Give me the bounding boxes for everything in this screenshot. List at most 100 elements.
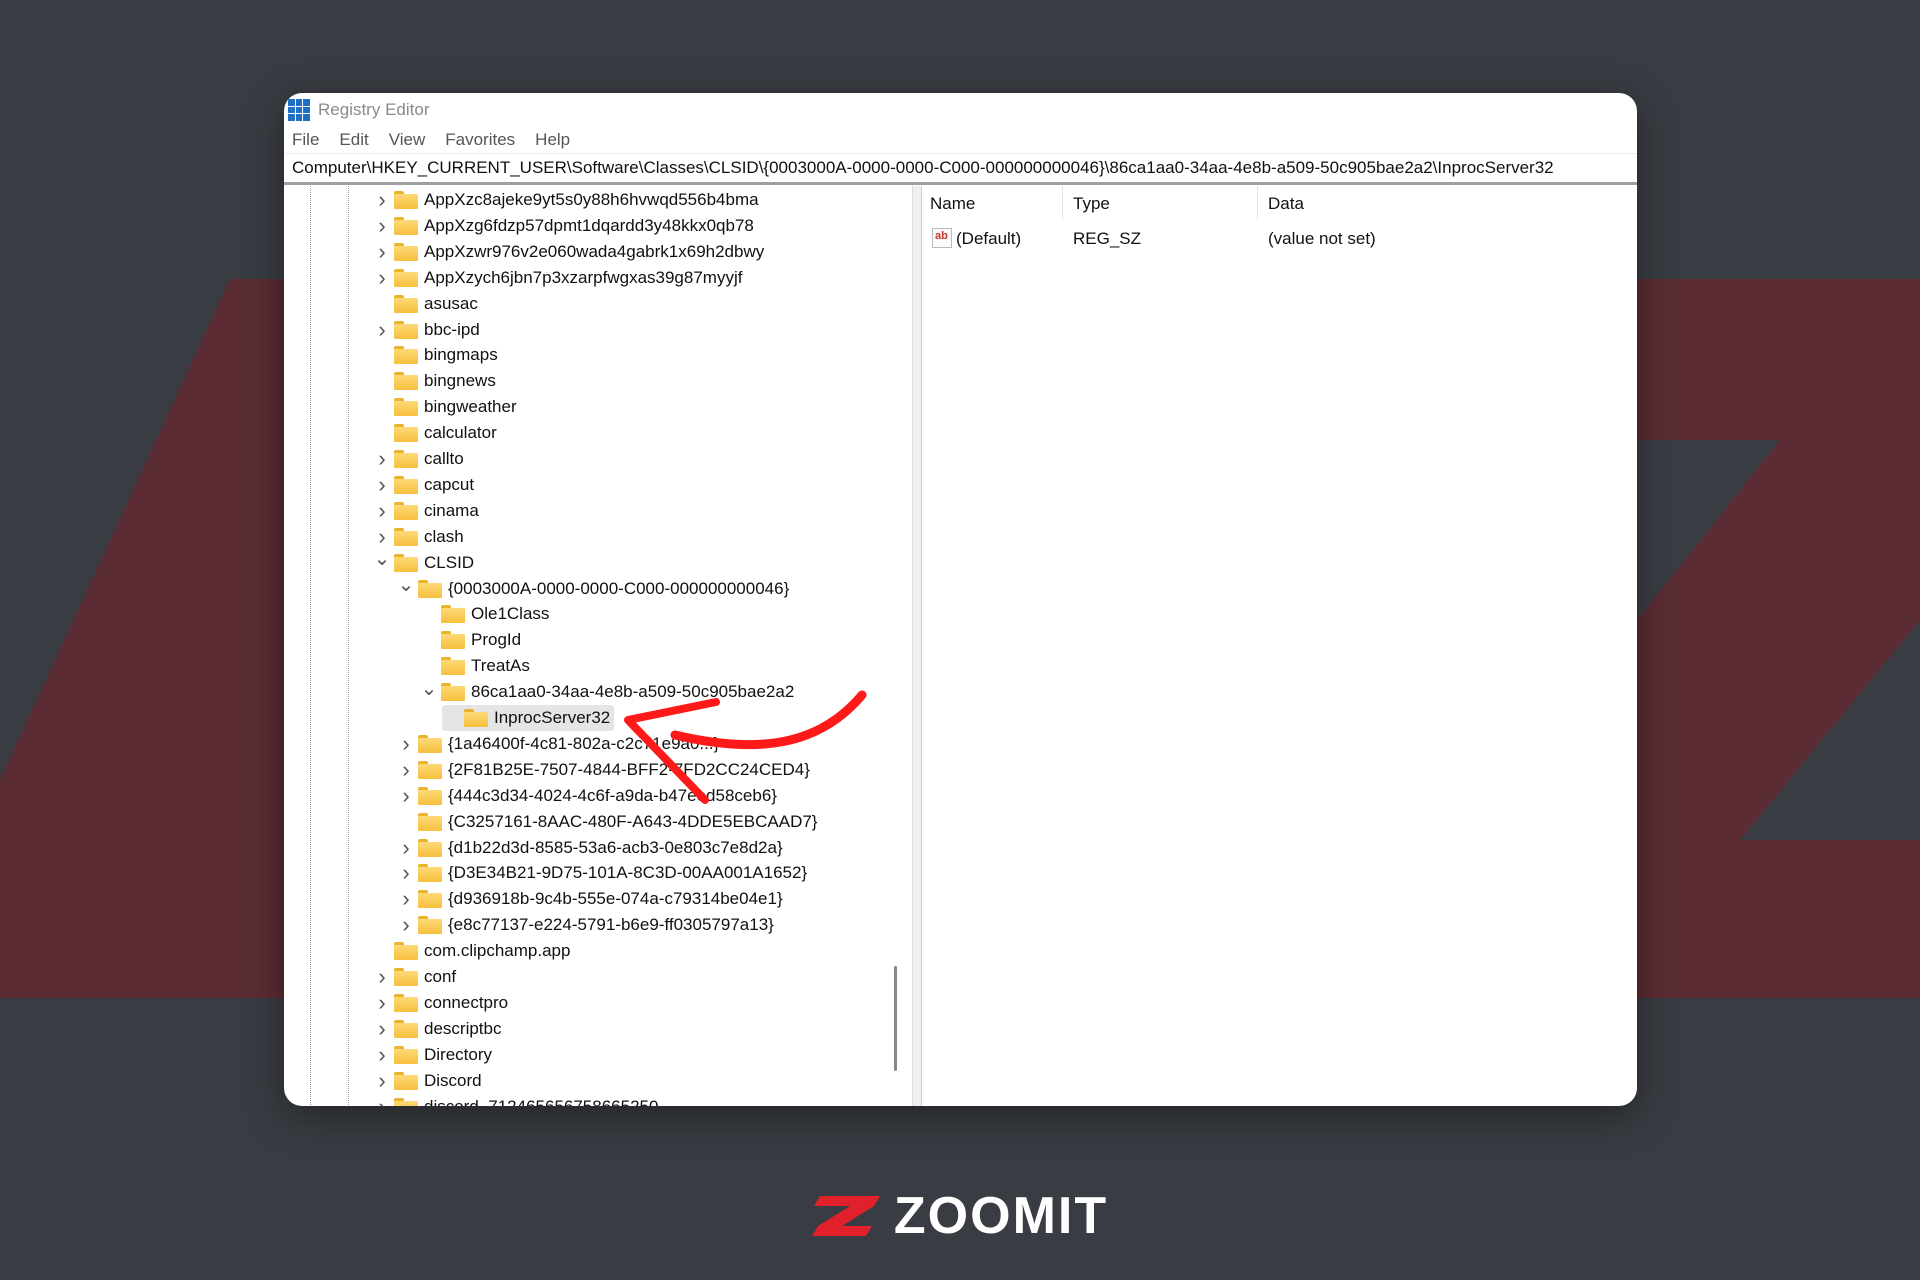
tree-item[interactable]: bingmaps	[372, 342, 498, 368]
tree-item[interactable]: bingweather	[372, 394, 517, 420]
value-row[interactable]: ab (Default) REG_SZ (value not set)	[922, 226, 1637, 252]
tree-item[interactable]: › {d936918b-9c4b-555e-074a-c79314be04e1}	[396, 886, 782, 912]
tree-item[interactable]: › {e8c77137-e224-5791-b6e9-ff0305797a13}	[396, 912, 774, 938]
tree-item[interactable]: ⌄ 86ca1aa0-34aa-4e8b-a509-50c905bae2a2	[419, 678, 794, 705]
tree-item[interactable]: › discord_712465656758665250	[372, 1094, 659, 1107]
tree-item[interactable]: › AppXzwr976v2e060wada4gabrk1x69h2dbwy	[372, 239, 764, 265]
tree-item[interactable]: › Discord	[372, 1068, 481, 1094]
chevron-right-icon[interactable]: ›	[396, 783, 416, 808]
chevron-right-icon[interactable]: ›	[396, 757, 416, 782]
chevron-right-icon[interactable]: ›	[396, 731, 416, 756]
tree-item[interactable]: › callto	[372, 446, 464, 472]
folder-icon	[394, 1071, 418, 1090]
folder-icon	[394, 993, 418, 1012]
tree-item-label: callto	[424, 449, 464, 468]
tree-item-label: discord_712465656758665250	[424, 1096, 659, 1107]
tree-item[interactable]: asusac	[372, 291, 478, 317]
tree-item-label: clash	[424, 526, 464, 546]
tree-item-label: {C3257161-8AAC-480F-A643-4DDE5EBCAAD7}	[448, 811, 818, 831]
tree-item[interactable]: › AppXzc8ajeke9yt5s0y88h6hvwqd556b4bma	[372, 187, 758, 213]
tree-item-label: asusac	[424, 293, 478, 313]
folder-icon	[394, 1045, 418, 1064]
tree-item[interactable]: ⌄ {0003000A-0000-0000-C000-000000000046}	[396, 574, 790, 602]
chevron-right-icon[interactable]: ›	[396, 860, 416, 885]
logo-text: ZOOMIT	[893, 1187, 1109, 1245]
tree-guide-line	[348, 186, 349, 1106]
chevron-right-icon[interactable]: ›	[372, 1094, 392, 1107]
tree-item[interactable]: › {1a46400f-4c81-802a-c2c71e9a0...}	[396, 731, 719, 757]
chevron-down-icon[interactable]: ⌄	[396, 574, 416, 596]
chevron-right-icon[interactable]: ›	[396, 912, 416, 937]
tree-connector	[396, 812, 416, 832]
tree-item-label: {0003000A-0000-0000-C000-000000000046}	[448, 578, 790, 598]
chevron-right-icon[interactable]: ›	[372, 990, 392, 1015]
tree-item-label: bingmaps	[424, 345, 498, 365]
tree-item[interactable]: › cinama	[372, 498, 478, 524]
value-name: (Default)	[956, 229, 1022, 248]
tree-item[interactable]: › {d1b22d3d-8585-53a6-acb3-0e803c7e8d2a}	[396, 835, 782, 861]
string-value-icon: ab	[932, 228, 952, 248]
chevron-right-icon[interactable]: ›	[372, 964, 392, 989]
tree-item-label: bingnews	[424, 371, 496, 391]
column-header-data[interactable]: Data	[1268, 194, 1304, 214]
tree-item-label: {e8c77137-e224-5791-b6e9-ff0305797a13}	[448, 915, 774, 935]
tree-item[interactable]: › descriptbc	[372, 1016, 501, 1042]
menu-help[interactable]: Help	[535, 130, 570, 150]
chevron-right-icon[interactable]: ›	[372, 1016, 392, 1041]
tree-item[interactable]: › bbc-ipd	[372, 317, 479, 343]
folder-icon	[394, 475, 418, 494]
tree-connector	[372, 397, 392, 417]
chevron-right-icon[interactable]: ›	[372, 265, 392, 290]
zoomit-z-icon	[811, 1196, 880, 1236]
background-shape	[1637, 279, 1920, 998]
tree-item[interactable]: › {444c3d34-4024-4c6f-a9da-b47eed58ceb6}	[396, 783, 777, 809]
folder-icon	[418, 890, 442, 909]
tree-item[interactable]: › Directory	[372, 1042, 492, 1068]
chevron-right-icon[interactable]: ›	[372, 1068, 392, 1093]
menu-edit[interactable]: Edit	[339, 130, 368, 150]
tree-item[interactable]: › AppXzg6fdzp57dpmt1dqardd3y48kkx0qb78	[372, 213, 754, 239]
tree-item[interactable]: bingnews	[372, 368, 496, 394]
tree-item[interactable]: {C3257161-8AAC-480F-A643-4DDE5EBCAAD7}	[396, 809, 817, 835]
tree-item[interactable]: ⌄ CLSID	[372, 548, 474, 576]
tree-item[interactable]: › conf	[372, 964, 456, 990]
chevron-right-icon[interactable]: ›	[372, 187, 392, 212]
tree-item-label: AppXzych6jbn7p3xzarpfwgxas39g87myyjf	[424, 267, 743, 287]
address-bar[interactable]: Computer\HKEY_CURRENT_USER\Software\Clas…	[284, 153, 1637, 185]
chevron-right-icon[interactable]: ›	[372, 1042, 392, 1067]
chevron-right-icon[interactable]: ›	[372, 524, 392, 549]
column-header-name[interactable]: Name	[930, 194, 975, 214]
tree-item[interactable]: InprocServer32	[442, 705, 615, 731]
scrollbar-thumb[interactable]	[894, 966, 897, 1071]
tree-item[interactable]: › connectpro	[372, 990, 508, 1016]
menu-file[interactable]: File	[292, 130, 319, 150]
tree-item[interactable]: › {D3E34B21-9D75-101A-8C3D-00AA001A1652}	[396, 860, 807, 886]
chevron-down-icon[interactable]: ⌄	[419, 678, 439, 700]
value-data: (value not set)	[1268, 229, 1376, 248]
tree-item[interactable]: Ole1Class	[419, 601, 549, 627]
chevron-right-icon[interactable]: ›	[372, 472, 392, 497]
tree-item[interactable]: › AppXzych6jbn7p3xzarpfwgxas39g87myyjf	[372, 265, 742, 291]
menu-view[interactable]: View	[389, 130, 426, 150]
tree-connector	[372, 941, 392, 961]
chevron-right-icon[interactable]: ›	[396, 886, 416, 911]
tree-item[interactable]: com.clipchamp.app	[372, 938, 570, 964]
chevron-down-icon[interactable]: ⌄	[372, 548, 392, 570]
menu-favorites[interactable]: Favorites	[445, 130, 515, 150]
chevron-right-icon[interactable]: ›	[372, 239, 392, 264]
pane-splitter[interactable]	[913, 186, 922, 1106]
registry-editor-icon	[288, 99, 310, 121]
chevron-right-icon[interactable]: ›	[372, 446, 392, 471]
chevron-right-icon[interactable]: ›	[372, 317, 392, 342]
chevron-right-icon[interactable]: ›	[372, 498, 392, 523]
chevron-right-icon[interactable]: ›	[396, 835, 416, 860]
tree-item[interactable]: calculator	[372, 420, 497, 446]
column-header-type[interactable]: Type	[1073, 194, 1110, 214]
tree-item[interactable]: ProgId	[419, 627, 521, 653]
folder-icon	[394, 346, 418, 365]
tree-item[interactable]: › {2F81B25E-7507-4844-BFF2-7FD2CC24CED4}	[396, 757, 810, 783]
tree-item[interactable]: › capcut	[372, 472, 474, 498]
folder-icon	[394, 242, 418, 261]
chevron-right-icon[interactable]: ›	[372, 213, 392, 238]
tree-scrollbar[interactable]	[890, 186, 902, 1106]
